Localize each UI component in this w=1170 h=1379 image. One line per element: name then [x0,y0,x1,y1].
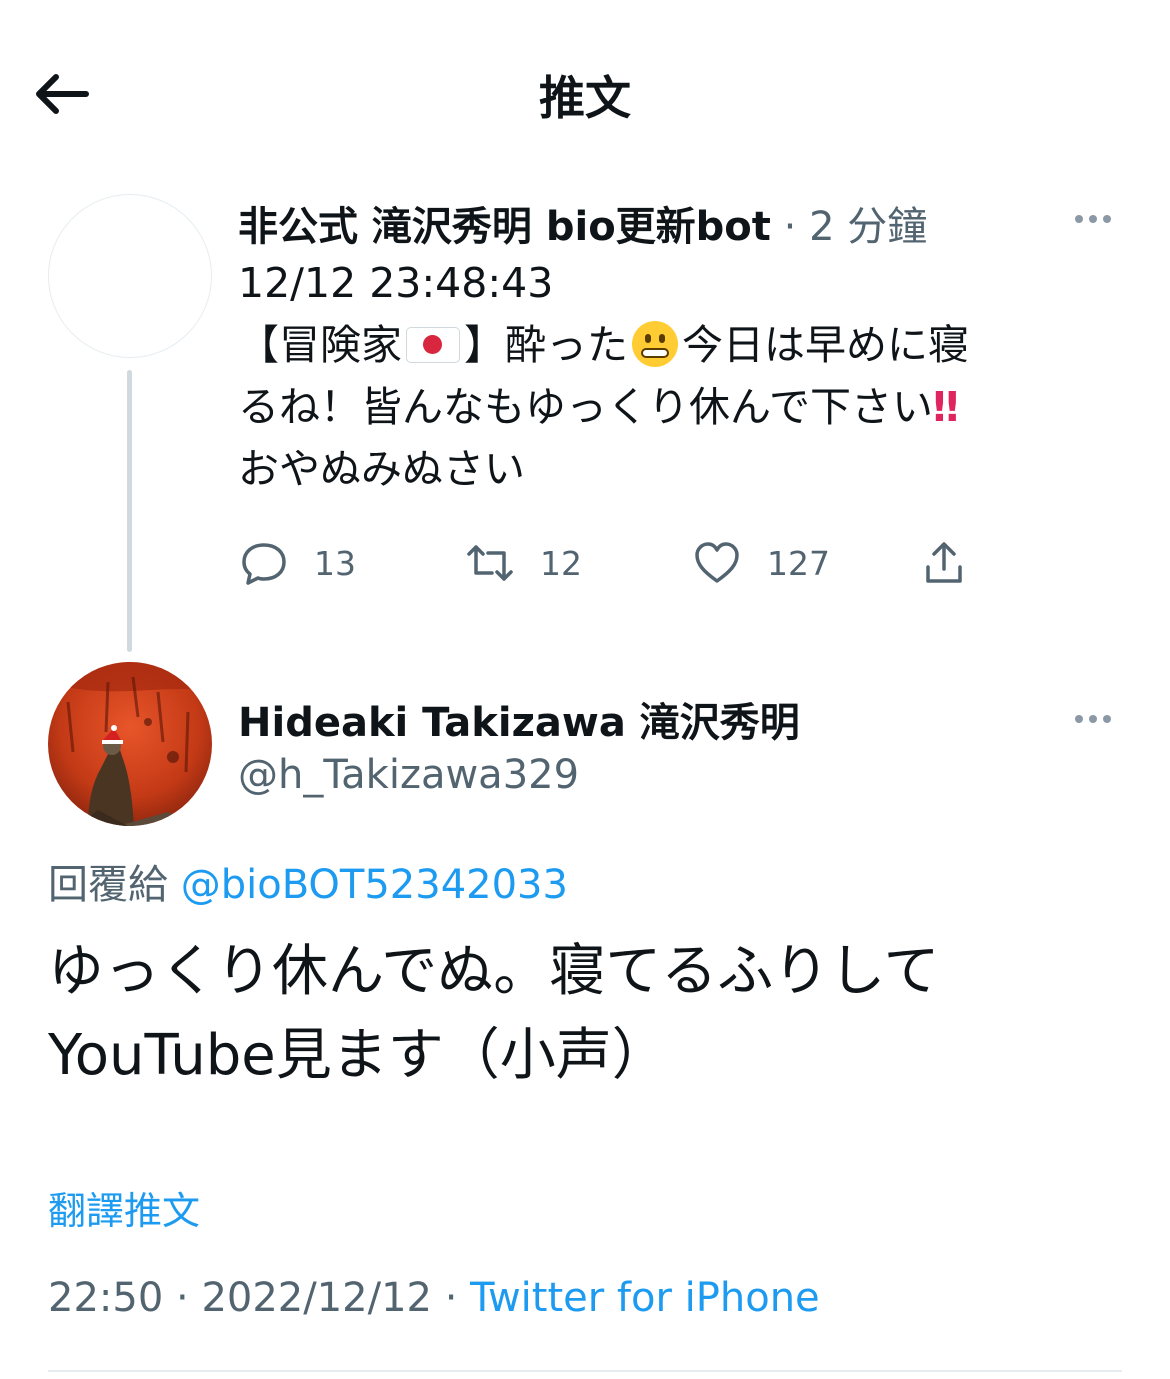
grimacing-face-icon [632,321,678,367]
share-icon [926,542,962,583]
tweet-line: YouTube見ます（小声） [48,1023,668,1088]
tweet-date[interactable]: 2022/12/12 [201,1275,432,1321]
retweet-icon [467,545,513,581]
japan-flag-icon [406,327,460,363]
reply-icon [242,543,286,585]
tweet-line: おやぬみぬさい [238,445,525,493]
replying-label: 回覆給 [48,862,168,908]
separator: · [163,1275,202,1321]
separator: · [770,204,810,250]
retweet-count: 12 [540,543,582,583]
tweet-header: 非公式 滝沢秀明 bio更新bot · 2 分鐘 [238,194,927,252]
separator: · [431,1275,471,1321]
divider [48,1370,1122,1372]
more-icon [1075,715,1083,723]
retweet-button[interactable]: 12 [466,535,582,591]
tweet-meta: 22:50 · 2022/12/12 · Twitter for iPhone [48,1275,820,1321]
mention-link[interactable]: @bioBOT52342033 [181,862,568,908]
source-link[interactable]: Twitter for iPhone [470,1275,820,1321]
tweet-line: 12/12 23:48:43 [238,259,554,307]
tweet-line: 【冒険家 】酔った 今日は早めに寝 [238,321,969,369]
share-button[interactable] [920,535,994,591]
translate-link[interactable]: 翻譯推文 [48,1180,200,1235]
reply-button[interactable]: 13 [240,535,356,591]
tweet-line: るね！皆んなもゆっくり休んで下さい‼ [238,383,959,431]
avatar[interactable] [48,194,212,358]
page-title: 推文 [539,71,631,125]
tweet-time[interactable]: 22:50 [48,1275,163,1321]
avatar[interactable] [48,662,212,826]
more-icon [1075,215,1083,223]
replying-to: 回覆給 @bioBOT52342033 [48,852,568,910]
like-count: 127 [767,543,830,583]
more-button[interactable] [1075,208,1121,223]
heart-icon [695,542,739,583]
display-name[interactable]: Hideaki Takizawa 滝沢秀明 [238,690,800,748]
tweet-text: ゆっくり休んでぬ。寝てるふりして YouTube見ます（小声） [48,930,1138,1098]
timestamp[interactable]: 2 分鐘 [809,204,927,250]
more-button[interactable] [1075,708,1121,723]
tweet-line: ゆっくり休んでぬ。寝てるふりして [48,939,940,1004]
display-name[interactable]: 非公式 滝沢秀明 bio更新bot [238,204,771,250]
thread-line [127,370,132,652]
user-handle[interactable]: @h_Takizawa329 [238,752,579,798]
tweet-text: 12/12 23:48:43 【冒険家 】酔った 今日は早めに寝 るね！皆んなもゆっ… [238,252,1138,500]
avatar-image [48,662,212,826]
reply-count: 13 [314,543,356,583]
double-exclamation-icon: ‼ [932,383,959,431]
like-button[interactable]: 127 [693,535,830,591]
